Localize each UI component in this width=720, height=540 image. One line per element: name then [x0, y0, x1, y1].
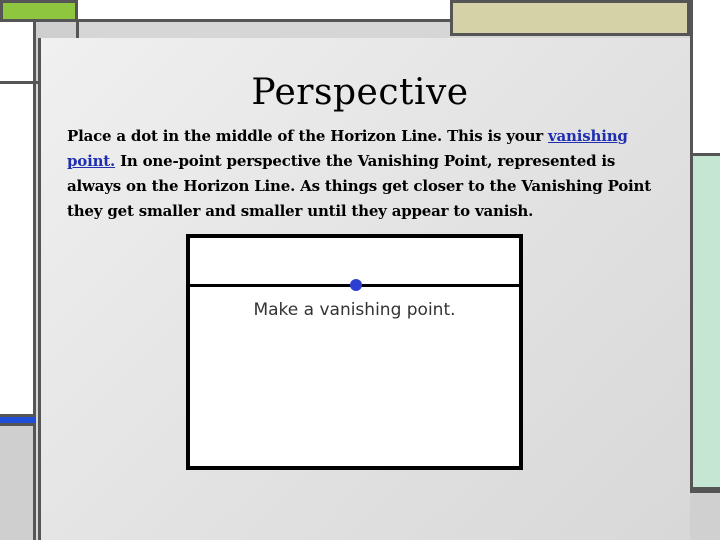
slide-title: Perspective — [0, 72, 720, 113]
illustration-caption: Make a vanishing point. — [253, 300, 456, 320]
decorative-gray-block-bottom-left — [0, 426, 36, 540]
vanishing-point-dot — [350, 279, 362, 291]
decorative-white-block-left — [0, 84, 36, 414]
decorative-olive-block — [450, 0, 690, 36]
slide-title-text: Perspective — [251, 72, 469, 113]
slide-body-text: Place a dot in the middle of the Horizon… — [67, 124, 667, 224]
decorative-mint-block — [690, 156, 720, 490]
decorative-blue-block — [0, 414, 36, 426]
body-rest: In one-point perspective the Vanishing P… — [67, 152, 651, 220]
body-intro: Place a dot in the middle of the Horizon… — [67, 127, 549, 145]
decorative-white-block-top — [78, 0, 453, 22]
vanishing-point-illustration: Make a vanishing point. — [186, 234, 523, 470]
decorative-green-block — [0, 0, 78, 22]
